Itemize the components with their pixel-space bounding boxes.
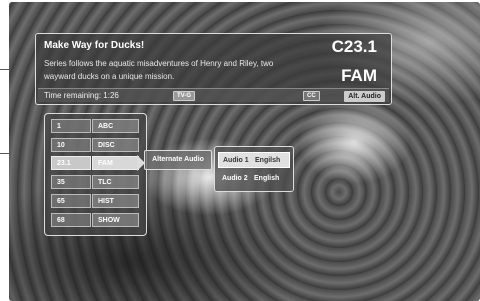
audio-option-language: Engilsh <box>255 157 281 164</box>
channel-row-abc[interactable]: 1 ABC <box>51 119 139 135</box>
time-remaining: Time remaining: 1:26 <box>44 91 119 100</box>
audio-option-label: Audio 1 <box>223 157 249 164</box>
channel-name: TLC <box>92 175 139 189</box>
closed-caption-badge: CC <box>303 91 320 101</box>
channel-name: DISC <box>92 138 139 152</box>
rating-badge: TV-G <box>173 91 196 101</box>
channel-name: HIST <box>92 194 139 208</box>
tv-screen-background: Make Way for Ducks! Series follows the a… <box>9 2 480 301</box>
channel-number: 68 <box>51 213 91 227</box>
alt-audio-badge[interactable]: Alt. Audio <box>344 91 385 102</box>
channel-name: FAM <box>92 156 139 170</box>
channel-row-disc[interactable]: 10 DISC <box>51 138 139 154</box>
channel-row-tlc[interactable]: 35 TLC <box>51 175 139 191</box>
channel-name: SHOW <box>92 213 139 227</box>
current-channel-name: FAM <box>341 66 377 85</box>
channel-list: 1 ABC 10 DISC 23.1 FAM 35 TLC 65 HIST 68… <box>44 113 147 236</box>
channel-number: 10 <box>51 138 91 152</box>
channel-row-hist[interactable]: 65 HIST <box>51 194 139 210</box>
audio-options-list: Audio 1 Engilsh Audio 2 English <box>214 146 294 192</box>
channel-row-fam-selected[interactable]: 23.1 FAM <box>51 155 145 172</box>
program-description: Series follows the aquatic misadventures… <box>44 59 274 81</box>
alternate-audio-menu-item[interactable]: Alternate Audio <box>144 150 212 170</box>
audio-option-1[interactable]: Audio 1 Engilsh <box>218 152 290 168</box>
current-channel-number: C23.1 <box>331 37 377 56</box>
program-info-banner: Make Way for Ducks! Series follows the a… <box>35 33 392 105</box>
channel-number: 65 <box>51 194 91 208</box>
channel-number: 1 <box>51 119 91 133</box>
channel-name: ABC <box>92 119 139 133</box>
channel-row-show[interactable]: 68 SHOW <box>51 213 139 229</box>
program-title: Make Way for Ducks! <box>44 40 145 51</box>
audio-option-label: Audio 2 <box>222 175 248 182</box>
channel-number: 35 <box>51 175 91 189</box>
channel-number: 23.1 <box>51 156 91 170</box>
program-status-bar: Time remaining: 1:26 TV-G CC Alt. Audio <box>38 88 389 102</box>
audio-option-language: English <box>254 175 280 182</box>
audio-option-2[interactable]: Audio 2 English <box>218 171 290 187</box>
